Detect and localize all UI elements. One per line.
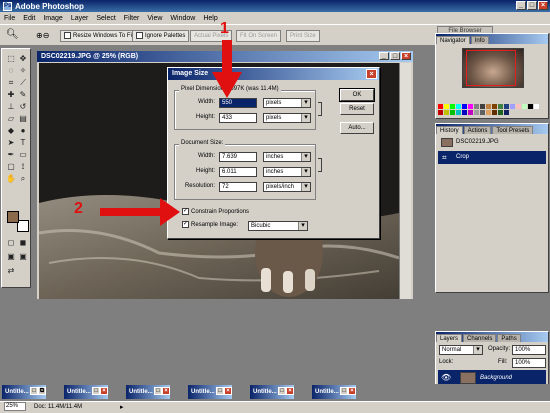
history-item-crop[interactable]: ⌗ Crop	[438, 151, 546, 164]
arrow-1-icon	[212, 40, 242, 98]
minimized-doc-5[interactable]: Untitle... □ ×	[250, 385, 294, 399]
crop-icon: ⌗	[442, 153, 447, 162]
fill-label: Fill:	[498, 359, 508, 365]
palette-well: Navigator Info History Actions Tool Presets…	[435, 33, 550, 408]
lock-label: Lock:	[439, 359, 454, 365]
minimized-doc-4[interactable]: Untitle... □ ×	[188, 385, 232, 399]
tab-history[interactable]: History	[436, 126, 463, 134]
tab-paths[interactable]: Paths	[497, 334, 521, 342]
navigator-view-box[interactable]	[466, 50, 516, 86]
tab-channels[interactable]: Channels	[463, 334, 497, 342]
minimized-docs-bar: Untitle... □ ⧉ Untitle... □ × Untitle... □ × U…	[0, 384, 550, 401]
history-snapshot-thumb	[441, 138, 453, 147]
layer-thumbnail	[460, 372, 476, 384]
opacity-input[interactable]: 100%	[512, 345, 546, 355]
document-size-status: Doc: 11.4M/11.4M	[34, 404, 83, 410]
arrow-2-icon	[100, 198, 180, 226]
opacity-label: Opacity:	[488, 346, 511, 352]
annotation-2: 2	[74, 200, 83, 217]
history-item[interactable]: DSC02219.JPG	[438, 136, 546, 149]
tab-navigator[interactable]: Navigator	[436, 36, 470, 44]
minimized-doc-1[interactable]: Untitle... □ ⧉	[2, 385, 46, 399]
tab-layers[interactable]: Layers	[436, 334, 463, 342]
zoom-level-field[interactable]: 25%	[4, 402, 26, 411]
blend-mode-select[interactable]: Normal	[439, 345, 483, 355]
minimized-doc-3[interactable]: Untitle... □ ×	[126, 385, 170, 399]
tab-tool-presets[interactable]: Tool Presets	[492, 126, 534, 134]
navigator-panel: Navigator Info	[435, 33, 549, 119]
minimized-doc-2[interactable]: Untitle... □ ×	[64, 385, 108, 399]
annotation-1: 1	[220, 20, 229, 37]
history-panel: History Actions Tool Presets DSC02219.JPG …	[435, 123, 549, 293]
color-swatches[interactable]	[438, 104, 546, 116]
fill-input[interactable]: 100%	[512, 358, 546, 368]
status-menu-arrow-icon[interactable]: ▸	[120, 402, 124, 413]
tab-actions[interactable]: Actions	[463, 126, 492, 134]
status-bar: 25% Doc: 11.4M/11.4M ▸	[0, 401, 550, 413]
minimized-doc-6[interactable]: Untitle... □ ×	[312, 385, 356, 399]
tab-info[interactable]: Info	[470, 36, 489, 44]
